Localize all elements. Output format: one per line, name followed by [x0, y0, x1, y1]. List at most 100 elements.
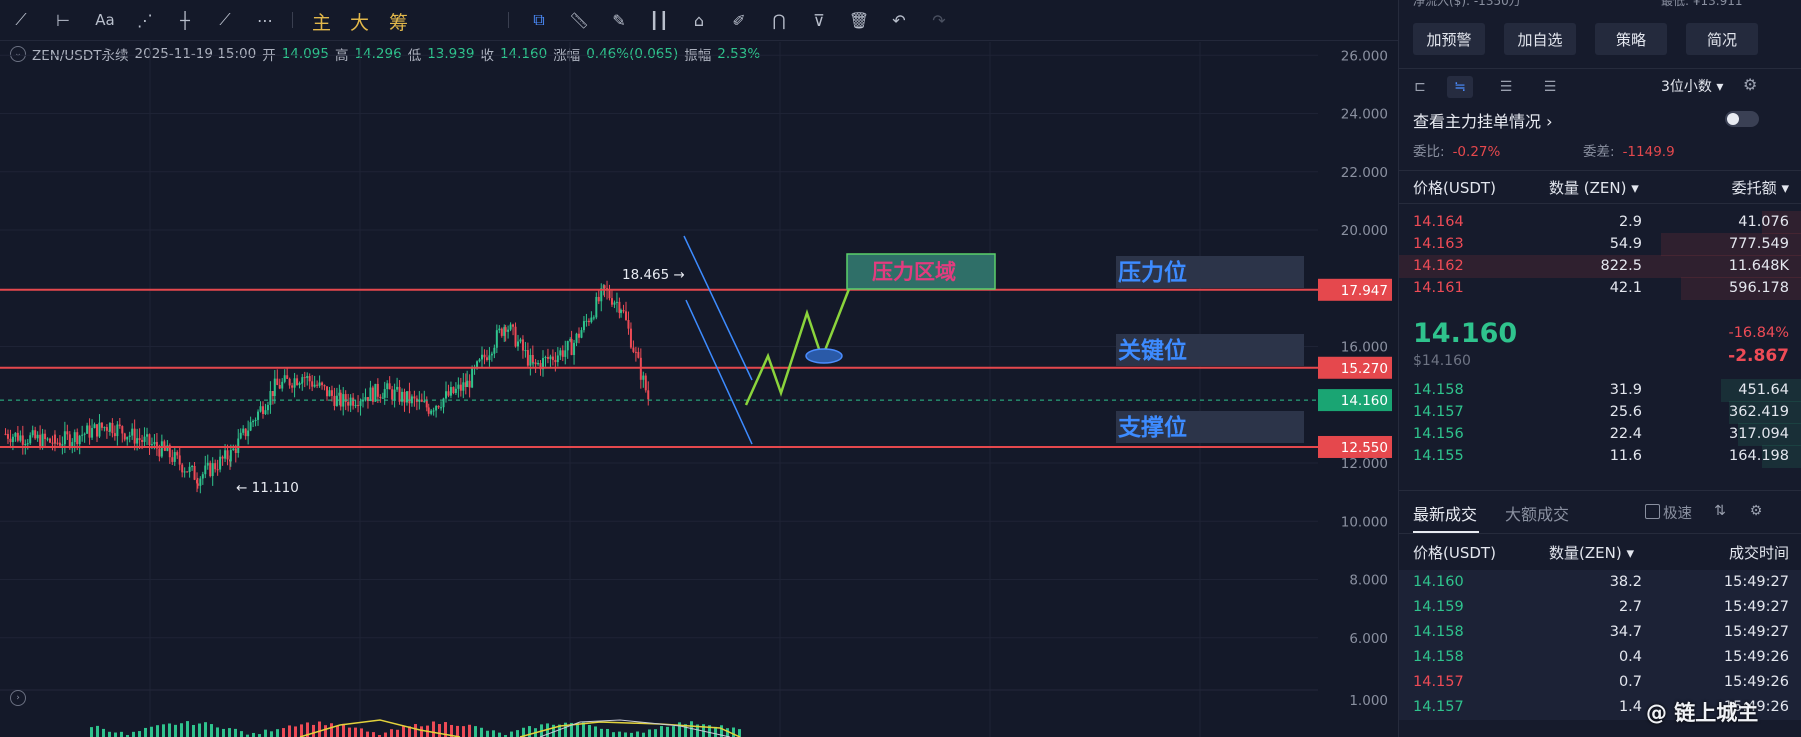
- candle: [111, 422, 114, 434]
- tab-latest-trades[interactable]: 最新成交: [1413, 501, 1477, 525]
- candle: [34, 430, 37, 439]
- ob-header-qty[interactable]: 数量 (ZEN) ▾: [1549, 177, 1639, 198]
- trade-settings-icon[interactable]: ⚙: [1743, 500, 1769, 522]
- tr-header-price[interactable]: 价格(USDT): [1413, 542, 1496, 563]
- candle: [592, 317, 595, 319]
- main-orders-link[interactable]: 查看主力挂单情况 ›: [1413, 108, 1553, 132]
- axis-tick: 12.000: [1341, 456, 1388, 472]
- chart-area[interactable]: ⟋ ⊢ Aa ⋰ ┼ ⟋ ⋯ 主 大 筹 ⧉ 📏︎ ✎ ┃┃ ⌂ ✐ ⋂ ⊽ 🗑…: [0, 0, 1398, 737]
- tr-header-qty[interactable]: 数量(ZEN) ▾: [1549, 542, 1634, 563]
- candle: [86, 425, 89, 434]
- candle: [632, 347, 635, 352]
- candle: [44, 433, 47, 440]
- qty-cell: 22.4: [1609, 426, 1642, 442]
- axis-tick: 20.000: [1341, 223, 1388, 239]
- add-favorite-button[interactable]: 加自选: [1504, 23, 1576, 55]
- candle: [116, 424, 119, 437]
- change-percent: -16.84%: [1728, 325, 1789, 341]
- trade-row[interactable]: 14.158 34.7 15:49:27: [1399, 620, 1801, 645]
- macd-bar: [456, 725, 459, 737]
- candle: [91, 428, 94, 438]
- ob-header-price[interactable]: 价格(USDT): [1413, 177, 1496, 198]
- expand-icon[interactable]: ›: [10, 690, 26, 706]
- candle: [425, 400, 428, 408]
- candle: [146, 434, 149, 437]
- precision-label: 3位小数: [1661, 79, 1712, 95]
- candle: [308, 375, 311, 382]
- candle: [468, 380, 471, 388]
- candle: [296, 378, 299, 386]
- candle: [316, 384, 319, 386]
- tab-large-trades[interactable]: 大额成交: [1505, 501, 1569, 525]
- strategy-button[interactable]: 策略: [1595, 23, 1667, 55]
- macd-bar: [498, 732, 501, 737]
- macd-bar: [468, 724, 471, 737]
- grid: [0, 42, 1318, 737]
- axis-tick: 10.000: [1341, 514, 1388, 530]
- right-panel: 净流入($): -1350万 最低: ¥13.911 加预警 加自选 策略 简况…: [1398, 0, 1801, 737]
- candle: [374, 383, 377, 402]
- candle: [73, 432, 76, 443]
- macd-bar: [198, 723, 201, 737]
- price-chart[interactable]: 压力位 17.947 关键位 15.270 支撑位 12.550 14.160 18.465…: [0, 0, 1398, 737]
- candle: [259, 406, 262, 412]
- candle: [624, 311, 627, 320]
- candle: [398, 386, 401, 402]
- total-cell: 11.648K: [1728, 258, 1789, 274]
- macd-bar: [432, 721, 435, 737]
- candle: [118, 424, 121, 427]
- total-cell: 596.178: [1729, 280, 1789, 296]
- fast-mode-checkbox[interactable]: [1645, 504, 1660, 519]
- candle: [634, 351, 637, 353]
- candle: [148, 434, 151, 446]
- candle: [53, 434, 56, 443]
- main-orders-toggle[interactable]: [1725, 111, 1759, 127]
- bids-view-icon[interactable]: ☰: [1493, 76, 1519, 98]
- candle: [521, 339, 524, 351]
- orderbook-row[interactable]: 14.155 11.6 164.198: [1399, 444, 1801, 469]
- split-view-icon[interactable]: ≒: [1447, 76, 1473, 98]
- candle: [326, 386, 329, 397]
- annotations: 18.465 → ← 11.110 压力区域: [236, 235, 996, 496]
- overview-button[interactable]: 简况: [1686, 23, 1758, 55]
- ob-header-total[interactable]: 委托额 ▾: [1732, 177, 1789, 198]
- candle: [471, 368, 474, 388]
- price-cell: 14.158: [1413, 624, 1464, 640]
- macd-bar: [204, 722, 207, 737]
- candle: [342, 394, 345, 407]
- macd-bar: [228, 728, 231, 737]
- macd-bar: [222, 728, 225, 737]
- macd-bar: [600, 728, 603, 737]
- channel-line-lower: [685, 299, 753, 445]
- watermark: @ 链上城主: [1646, 701, 1759, 725]
- candle: [301, 377, 304, 383]
- tr-header-qty-label: 数量(ZEN): [1549, 544, 1622, 562]
- axis-tick: 16.000: [1341, 340, 1388, 356]
- channel-line-upper: [683, 235, 753, 381]
- trade-row[interactable]: 14.160 38.2 15:49:27: [1399, 570, 1801, 595]
- trade-row[interactable]: 14.159 2.7 15:49:27: [1399, 595, 1801, 620]
- qty-cell: 822.5: [1600, 258, 1642, 274]
- trade-row[interactable]: 14.157 0.7 15:49:26: [1399, 670, 1801, 695]
- candle: [544, 356, 547, 358]
- add-alert-button[interactable]: 加预警: [1413, 23, 1485, 55]
- macd-bar: [102, 728, 105, 737]
- level-label: 支撑位: [1117, 414, 1187, 441]
- orderbook-row[interactable]: 14.161 42.1 596.178: [1399, 276, 1801, 301]
- candle: [29, 435, 32, 444]
- macd-bar: [414, 724, 417, 737]
- key-point-marker: [805, 348, 843, 364]
- sort-icon[interactable]: ⇅: [1707, 500, 1733, 522]
- precision-select[interactable]: 3位小数 ▾: [1661, 76, 1723, 96]
- both-view-icon[interactable]: ⊏: [1407, 76, 1433, 98]
- trade-row[interactable]: 14.158 0.4 15:49:26: [1399, 645, 1801, 670]
- asks-view-icon[interactable]: ☰: [1537, 76, 1563, 98]
- settings-icon[interactable]: ⚙: [1743, 75, 1757, 94]
- tr-header-time[interactable]: 成交时间: [1729, 542, 1789, 563]
- candle: [100, 422, 103, 428]
- macd-bar: [156, 725, 159, 737]
- candle: [58, 442, 61, 446]
- candle: [610, 298, 613, 305]
- qty-cell: 42.1: [1609, 280, 1642, 296]
- last-price-usd: $14.160: [1413, 353, 1471, 369]
